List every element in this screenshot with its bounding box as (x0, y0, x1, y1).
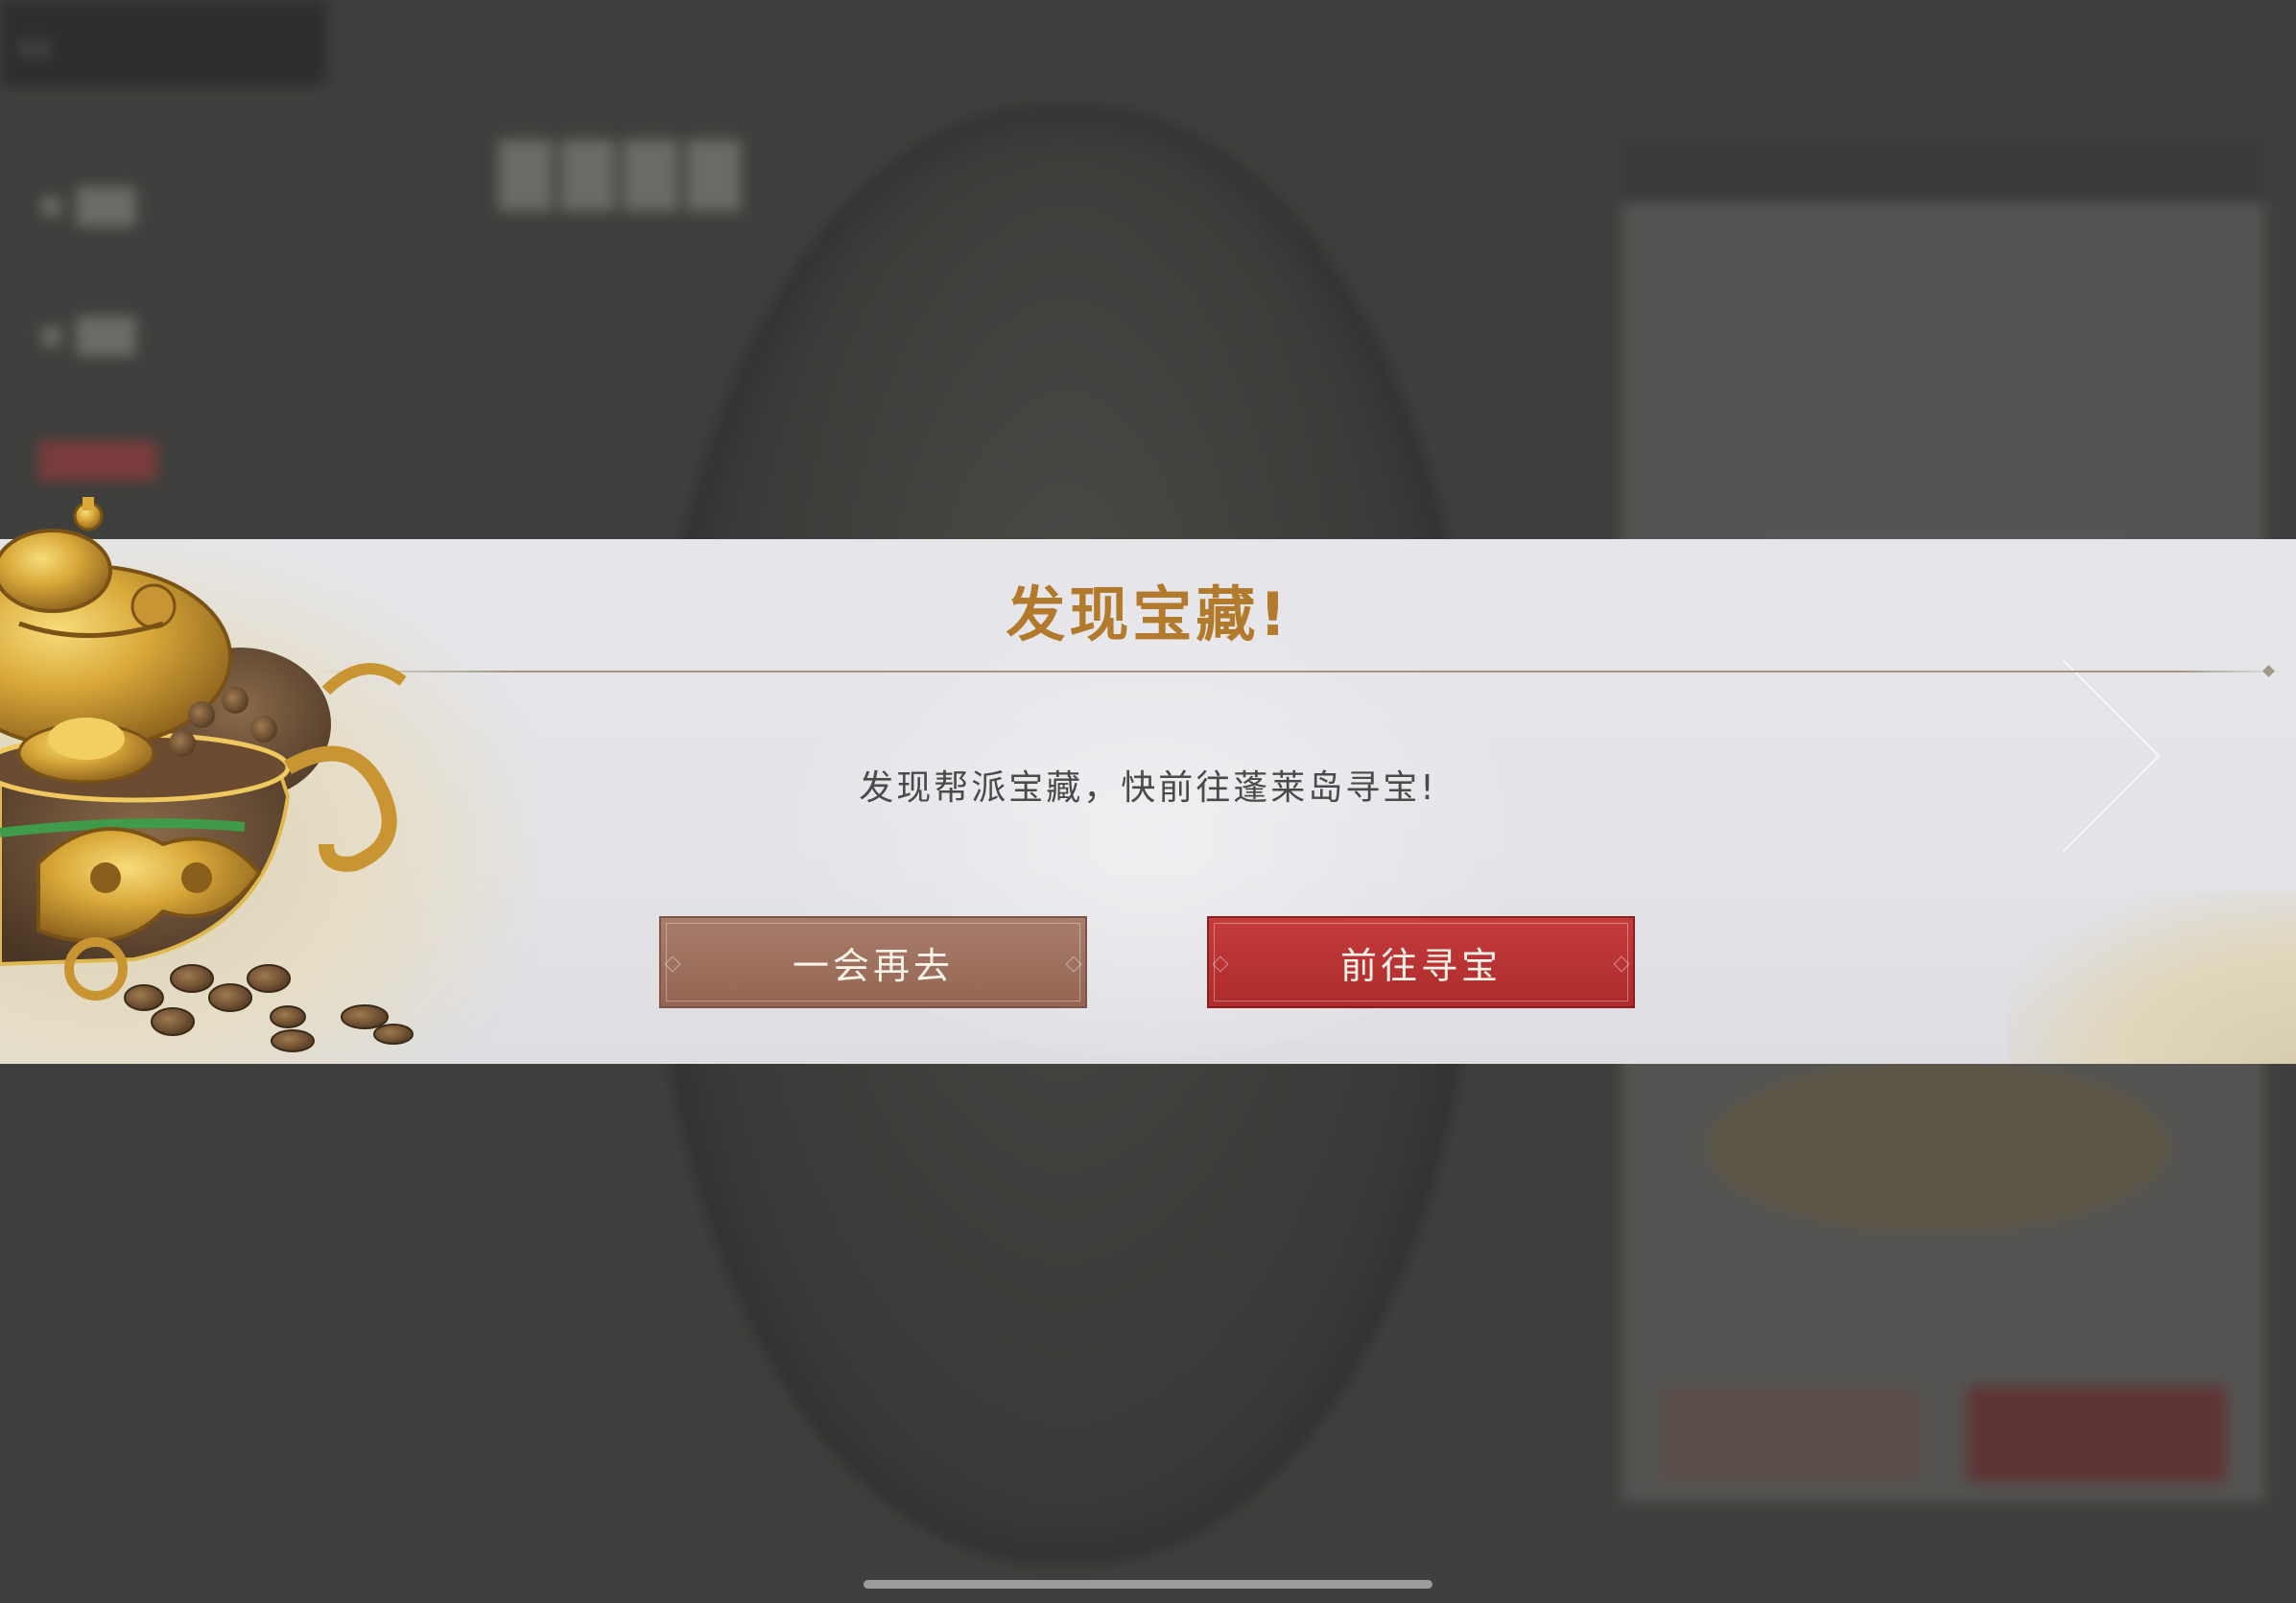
background-panel-button (1967, 1386, 2226, 1482)
background-side-item: ▇▇▇▇ (38, 436, 157, 481)
paper-texture-right (2008, 891, 2296, 1064)
later-button[interactable]: 一会再去 (659, 916, 1087, 1008)
divider-diamond-icon (2262, 665, 2275, 677)
background-side-item: ▪ ▇▇ (38, 182, 136, 226)
background-title-blur: ▇▇▇▇ (499, 130, 750, 210)
back-arrow-icon: ‹‹ (17, 22, 52, 71)
later-button-label: 一会再去 (792, 944, 954, 987)
diamond-ornament-icon (1212, 955, 1229, 973)
title-divider (317, 671, 2279, 672)
diamond-ornament-icon (1613, 955, 1630, 973)
background-side-item: ▪ ▇▇ (38, 312, 136, 356)
go-button-label: 前往寻宝 (1339, 944, 1502, 987)
background-panel-button (1660, 1386, 1919, 1482)
home-indicator[interactable] (864, 1580, 1432, 1589)
background-panel-header (1621, 139, 2264, 202)
diamond-ornament-icon (664, 955, 681, 973)
background-top-bar: ‹‹ (0, 0, 326, 86)
background-panel-image (1708, 1060, 2168, 1233)
golden-toad-treasure-pot-icon (0, 497, 414, 1052)
chevron-decoration-icon (1967, 659, 2161, 853)
diamond-ornament-icon (1065, 955, 1082, 973)
go-treasure-hunt-button[interactable]: 前往寻宝 (1207, 916, 1635, 1008)
